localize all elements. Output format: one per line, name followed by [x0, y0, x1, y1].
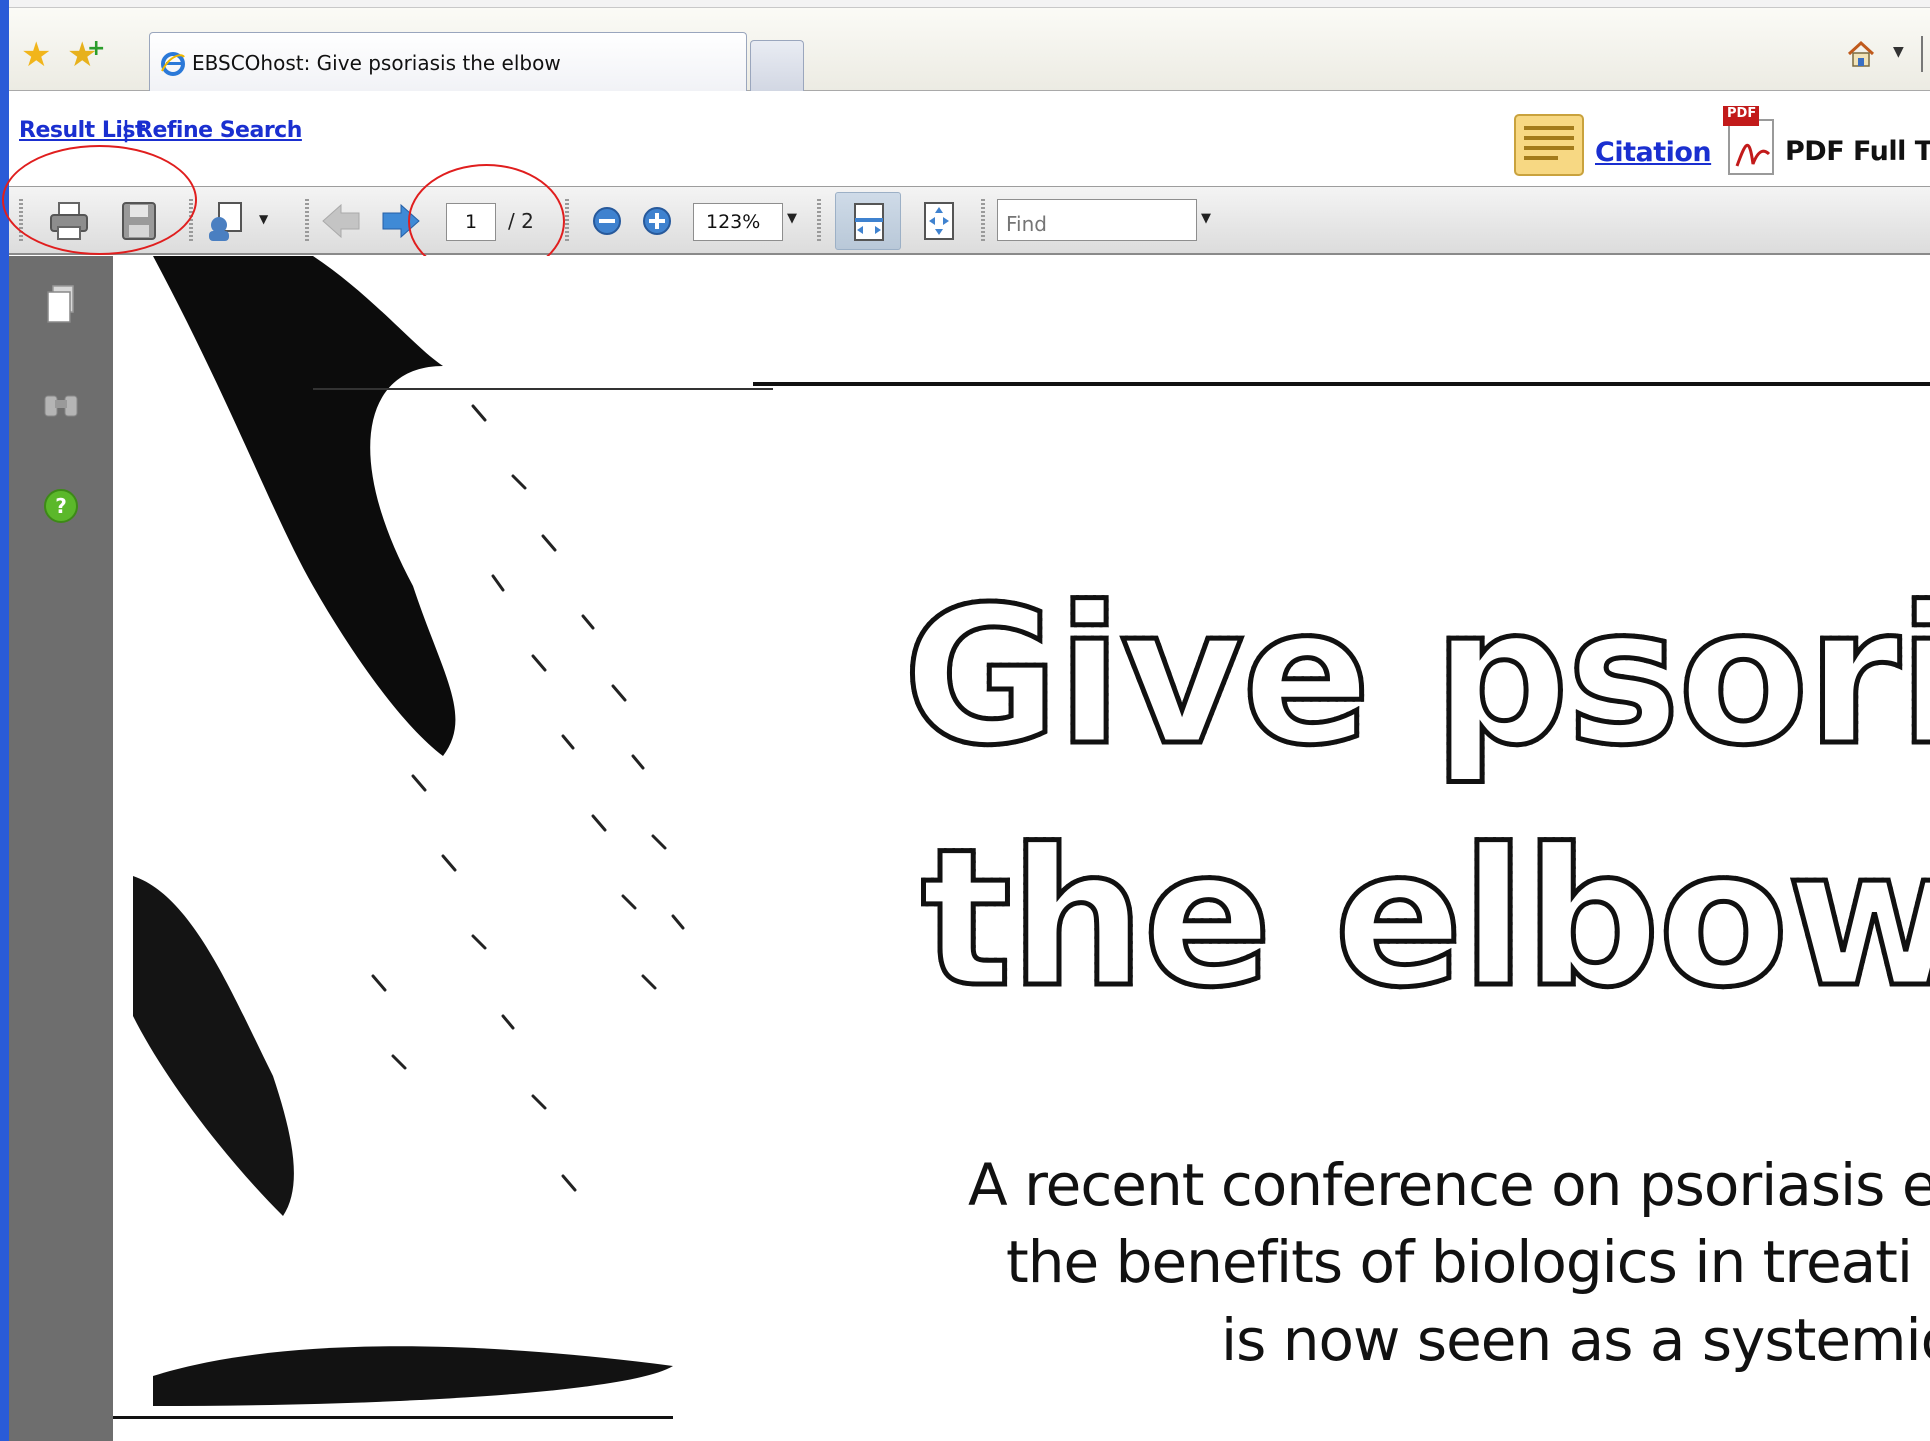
zoom-out-icon — [593, 207, 621, 235]
pdf-document-view: Give psorias the elbow A recent conferen… — [113, 256, 1930, 1441]
toolbar-grip — [565, 199, 569, 243]
home-dropdown-icon[interactable]: ▼ — [1893, 44, 1904, 60]
pdf-badge-text: PDF — [1727, 106, 1757, 121]
arrow-left-icon — [322, 203, 360, 239]
pdf-full-text-link[interactable]: PDF Full T — [1785, 136, 1930, 167]
share-document-icon — [209, 202, 242, 241]
article-headline: the elbow — [918, 821, 1930, 1016]
pdf-toolbar: ▼ / 2 123% ▼ — [9, 186, 1930, 255]
previous-page-button[interactable] — [317, 197, 365, 245]
new-tab-button[interactable] — [750, 40, 804, 91]
article-deck: is now seen as a systemic — [1221, 1306, 1930, 1374]
page-number-input[interactable] — [446, 203, 496, 241]
help-icon[interactable]: ? — [37, 482, 85, 530]
decorative-rule — [313, 388, 773, 390]
tab-title: EBSCOhost: Give psoriasis the elbow — [192, 51, 561, 75]
print-button[interactable] — [45, 197, 93, 245]
binoculars-icon[interactable] — [37, 380, 85, 428]
zoom-dropdown-icon[interactable]: ▼ — [787, 211, 797, 226]
zoom-in-button[interactable] — [633, 197, 681, 245]
article-headline: Give psorias — [901, 579, 1930, 774]
article-deck: the benefits of biologics in treati — [1006, 1228, 1913, 1296]
favorites-star-icon[interactable]: ★ — [21, 38, 51, 72]
window-top-edge — [0, 0, 1930, 8]
zoom-in-icon — [643, 207, 671, 235]
save-button[interactable] — [115, 197, 163, 245]
toolbar-grip — [305, 199, 309, 243]
article-deck: A recent conference on psoriasis e — [968, 1151, 1930, 1219]
zoom-out-button[interactable] — [583, 197, 631, 245]
fit-width-button[interactable] — [835, 192, 901, 250]
page-total: / 2 — [508, 209, 534, 233]
toolbar-grip — [189, 199, 193, 243]
ie-icon — [161, 52, 185, 76]
share-button[interactable] — [203, 197, 251, 245]
pages-icon[interactable] — [37, 280, 85, 328]
refine-search-link[interactable]: Refine Search — [136, 118, 302, 143]
decorative-rule — [113, 1416, 673, 1419]
fit-page-icon — [924, 202, 954, 240]
link-separator: | — [122, 118, 131, 143]
ebsco-link-row: Result List | Refine Search Citation PDF… — [9, 92, 1930, 186]
arrow-right-icon — [382, 203, 420, 239]
fit-width-icon — [854, 203, 884, 241]
printer-icon — [50, 202, 88, 240]
citation-icon[interactable] — [1512, 112, 1586, 178]
find-input[interactable] — [997, 199, 1197, 241]
toolbar-grip — [981, 199, 985, 243]
add-favorites-icon[interactable]: ★ — [67, 32, 106, 72]
find-dropdown-icon[interactable]: ▼ — [1201, 211, 1211, 226]
toolbar-divider — [1921, 36, 1923, 72]
floppy-disk-icon — [122, 202, 156, 240]
header-rule — [753, 382, 1930, 386]
share-dropdown-icon[interactable]: ▼ — [259, 212, 268, 226]
svg-text:?: ? — [55, 494, 67, 518]
citation-link[interactable]: Citation — [1595, 137, 1712, 168]
home-icon[interactable] — [1845, 38, 1877, 70]
browser-tab[interactable]: EBSCOhost: Give psoriasis the elbow — [149, 32, 747, 91]
next-page-button[interactable] — [377, 197, 425, 245]
document-artwork — [133, 256, 685, 1406]
fit-page-button[interactable] — [915, 197, 963, 245]
zoom-level-box[interactable]: 123% — [693, 203, 783, 241]
toolbar-grip — [817, 199, 821, 243]
pdf-side-panel: ? — [9, 256, 113, 1441]
window-left-border — [0, 0, 9, 1441]
toolbar-grip — [19, 199, 23, 243]
browser-tab-bar: ★ ★ EBSCOhost: Give psoriasis the elbow … — [9, 8, 1930, 91]
